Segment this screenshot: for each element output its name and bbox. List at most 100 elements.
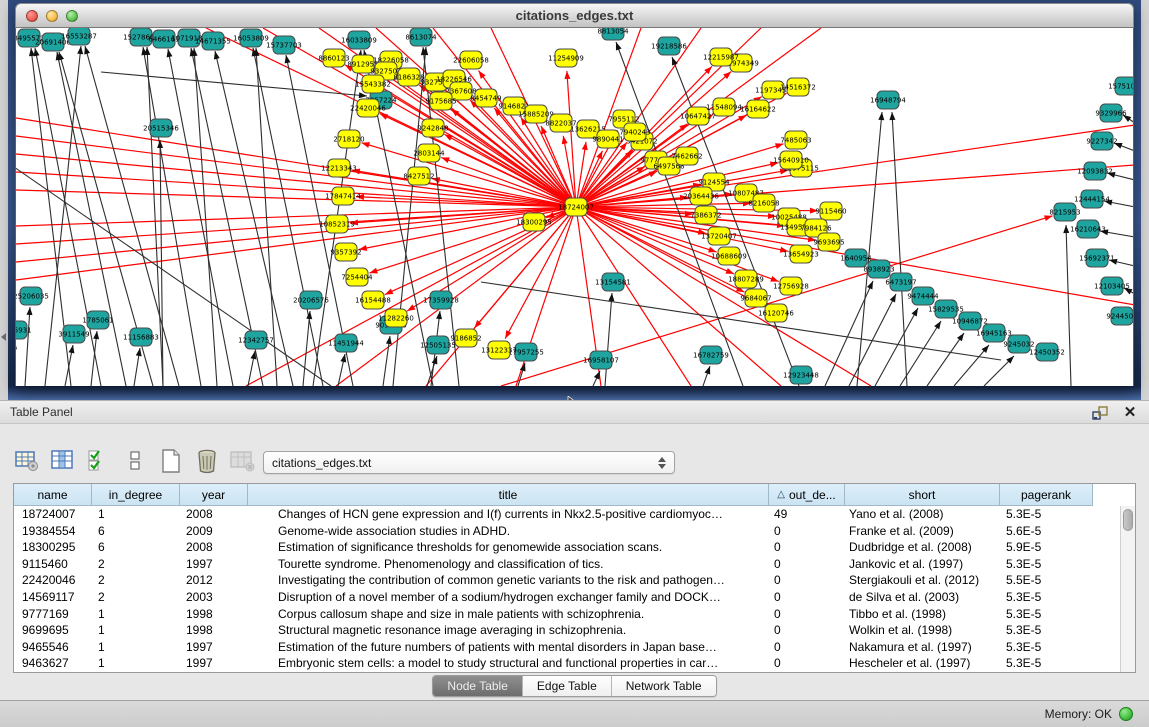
cell-short[interactable]: Tibbo et al. (1998) — [845, 606, 1000, 623]
cell-title[interactable]: Embryonic stem cells: a model to study s… — [248, 655, 769, 672]
minimize-window-icon[interactable] — [46, 10, 58, 22]
cell-in-degree[interactable]: 2 — [92, 589, 180, 606]
column-header-name[interactable]: name — [14, 484, 92, 506]
cell-in-degree[interactable]: 1 — [92, 639, 180, 656]
cell-year[interactable]: 2009 — [180, 523, 248, 540]
cell-year[interactable]: 2003 — [180, 589, 248, 606]
network-window[interactable]: citations_edges.txt 84955722069140616553… — [15, 3, 1134, 386]
cell-in-degree[interactable]: 6 — [92, 539, 180, 556]
cell-short[interactable]: de Silva et al. (2003) — [845, 589, 1000, 606]
table-row[interactable]: 946554611997Estimation of the future num… — [14, 639, 1135, 656]
cell-pagerank[interactable]: 5.3E-5 — [1000, 589, 1093, 606]
tab-node-table[interactable]: Node Table — [433, 676, 523, 696]
cell-out-de-[interactable]: 0 — [769, 655, 845, 672]
table-row[interactable]: 977716911998Corpus callosum shape and si… — [14, 606, 1135, 623]
cell-pagerank[interactable]: 5.3E-5 — [1000, 639, 1093, 656]
table-row[interactable]: 1938455462009Genome-wide association stu… — [14, 523, 1135, 540]
toolbar-import-table-disabled-button[interactable] — [228, 446, 257, 475]
cell-name[interactable]: 9463627 — [14, 655, 92, 672]
toolbar-new-document-button[interactable] — [156, 446, 185, 475]
toolbar-show-columns-button[interactable] — [48, 446, 77, 475]
citation-network-graph[interactable]: 8495572206914061655328715278602646616110… — [16, 28, 1134, 386]
cell-pagerank[interactable]: 5.3E-5 — [1000, 506, 1093, 523]
cell-title[interactable]: Structural magnetic resonance image aver… — [248, 622, 769, 639]
toolbar-table-settings-button[interactable] — [12, 446, 41, 475]
table-row[interactable]: 2242004622012Investigating the contribut… — [14, 572, 1135, 589]
cell-year[interactable]: 2008 — [180, 539, 248, 556]
float-panel-button[interactable] — [1091, 403, 1109, 421]
network-window-titlebar[interactable]: citations_edges.txt — [15, 3, 1134, 28]
cell-name[interactable]: 9465546 — [14, 639, 92, 656]
cell-short[interactable]: Wolkin et al. (1998) — [845, 622, 1000, 639]
cell-in-degree[interactable]: 1 — [92, 622, 180, 639]
cell-short[interactable]: Stergiakouli et al. (2012) — [845, 572, 1000, 589]
table-row[interactable]: 946362711997Embryonic stem cells: a mode… — [14, 655, 1135, 672]
cell-name[interactable]: 9115460 — [14, 556, 92, 573]
toolbar-rows-button[interactable] — [120, 446, 149, 475]
toolbar-delete-button[interactable] — [192, 446, 221, 475]
zoom-window-icon[interactable] — [66, 10, 78, 22]
cell-short[interactable]: Yano et al. (2008) — [845, 506, 1000, 523]
cell-name[interactable]: 18724007 — [14, 506, 92, 523]
cell-short[interactable]: Dudbridge et al. (2008) — [845, 539, 1000, 556]
cell-title[interactable]: Estimation of significance thresholds fo… — [248, 539, 769, 556]
cell-title[interactable]: Disruption of a novel member of a sodium… — [248, 589, 769, 606]
cell-out-de-[interactable]: 0 — [769, 539, 845, 556]
cell-name[interactable]: 22420046 — [14, 572, 92, 589]
cell-name[interactable]: 14569117 — [14, 589, 92, 606]
column-header-title[interactable]: title — [248, 484, 769, 506]
toolbar-row-selection-button[interactable] — [84, 446, 113, 475]
table-row[interactable]: 911546021997Tourette syndrome. Phenomeno… — [14, 556, 1135, 573]
column-header-year[interactable]: year — [180, 484, 248, 506]
cell-in-degree[interactable]: 2 — [92, 572, 180, 589]
splitter-collapse-arrow[interactable] — [1, 333, 6, 341]
cell-name[interactable]: 18300295 — [14, 539, 92, 556]
cell-out-de-[interactable]: 0 — [769, 639, 845, 656]
column-header-out-de-[interactable]: △out_de... — [769, 484, 845, 506]
cell-short[interactable]: Hescheler et al. (1997) — [845, 655, 1000, 672]
cell-year[interactable]: 1997 — [180, 556, 248, 573]
cell-pagerank[interactable]: 5.3E-5 — [1000, 606, 1093, 623]
cell-title[interactable]: Investigating the contribution of common… — [248, 572, 769, 589]
cell-name[interactable]: 19384554 — [14, 523, 92, 540]
cell-in-degree[interactable]: 2 — [92, 556, 180, 573]
table-selector-dropdown[interactable]: citations_edges.txt — [263, 451, 675, 474]
column-header-short[interactable]: short — [845, 484, 1000, 506]
cell-pagerank[interactable]: 5.9E-5 — [1000, 539, 1093, 556]
column-header-pagerank[interactable]: pagerank — [1000, 484, 1093, 506]
network-canvas[interactable]: 8495572206914061655328715278602646616110… — [15, 28, 1134, 386]
cell-in-degree[interactable]: 1 — [92, 606, 180, 623]
cell-in-degree[interactable]: 6 — [92, 523, 180, 540]
cell-out-de-[interactable]: 0 — [769, 589, 845, 606]
cell-in-degree[interactable]: 1 — [92, 655, 180, 672]
cell-year[interactable]: 1998 — [180, 622, 248, 639]
cell-year[interactable]: 1997 — [180, 639, 248, 656]
cell-year[interactable]: 1998 — [180, 606, 248, 623]
cell-out-de-[interactable]: 49 — [769, 506, 845, 523]
cell-year[interactable]: 1997 — [180, 655, 248, 672]
cell-out-de-[interactable]: 0 — [769, 606, 845, 623]
cell-short[interactable]: Nakamura et al. (1997) — [845, 639, 1000, 656]
cell-short[interactable]: Franke et al. (2009) — [845, 523, 1000, 540]
close-window-icon[interactable] — [26, 10, 38, 22]
cell-pagerank[interactable]: 5.6E-5 — [1000, 523, 1093, 540]
cell-pagerank[interactable]: 5.3E-5 — [1000, 556, 1093, 573]
cell-out-de-[interactable]: 0 — [769, 572, 845, 589]
cell-year[interactable]: 2012 — [180, 572, 248, 589]
cell-title[interactable]: Genome-wide association studies in ADHD. — [248, 523, 769, 540]
cell-title[interactable]: Estimation of the future numbers of pati… — [248, 639, 769, 656]
cell-out-de-[interactable]: 0 — [769, 622, 845, 639]
table-row[interactable]: 1872400712008Changes of HCN gene express… — [14, 506, 1135, 523]
cell-name[interactable]: 9777169 — [14, 606, 92, 623]
close-panel-button[interactable]: ✕ — [1121, 403, 1139, 421]
cell-pagerank[interactable]: 5.3E-5 — [1000, 622, 1093, 639]
table-scrollbar-thumb[interactable] — [1123, 509, 1133, 531]
table-row[interactable]: 969969511998Structural magnetic resonanc… — [14, 622, 1135, 639]
cell-year[interactable]: 2008 — [180, 506, 248, 523]
cell-out-de-[interactable]: 0 — [769, 523, 845, 540]
table-scrollbar[interactable] — [1120, 506, 1135, 672]
cell-pagerank[interactable]: 5.5E-5 — [1000, 572, 1093, 589]
cell-name[interactable]: 9699695 — [14, 622, 92, 639]
cell-pagerank[interactable]: 5.3E-5 — [1000, 655, 1093, 672]
cell-short[interactable]: Jankovic et al. (1997) — [845, 556, 1000, 573]
